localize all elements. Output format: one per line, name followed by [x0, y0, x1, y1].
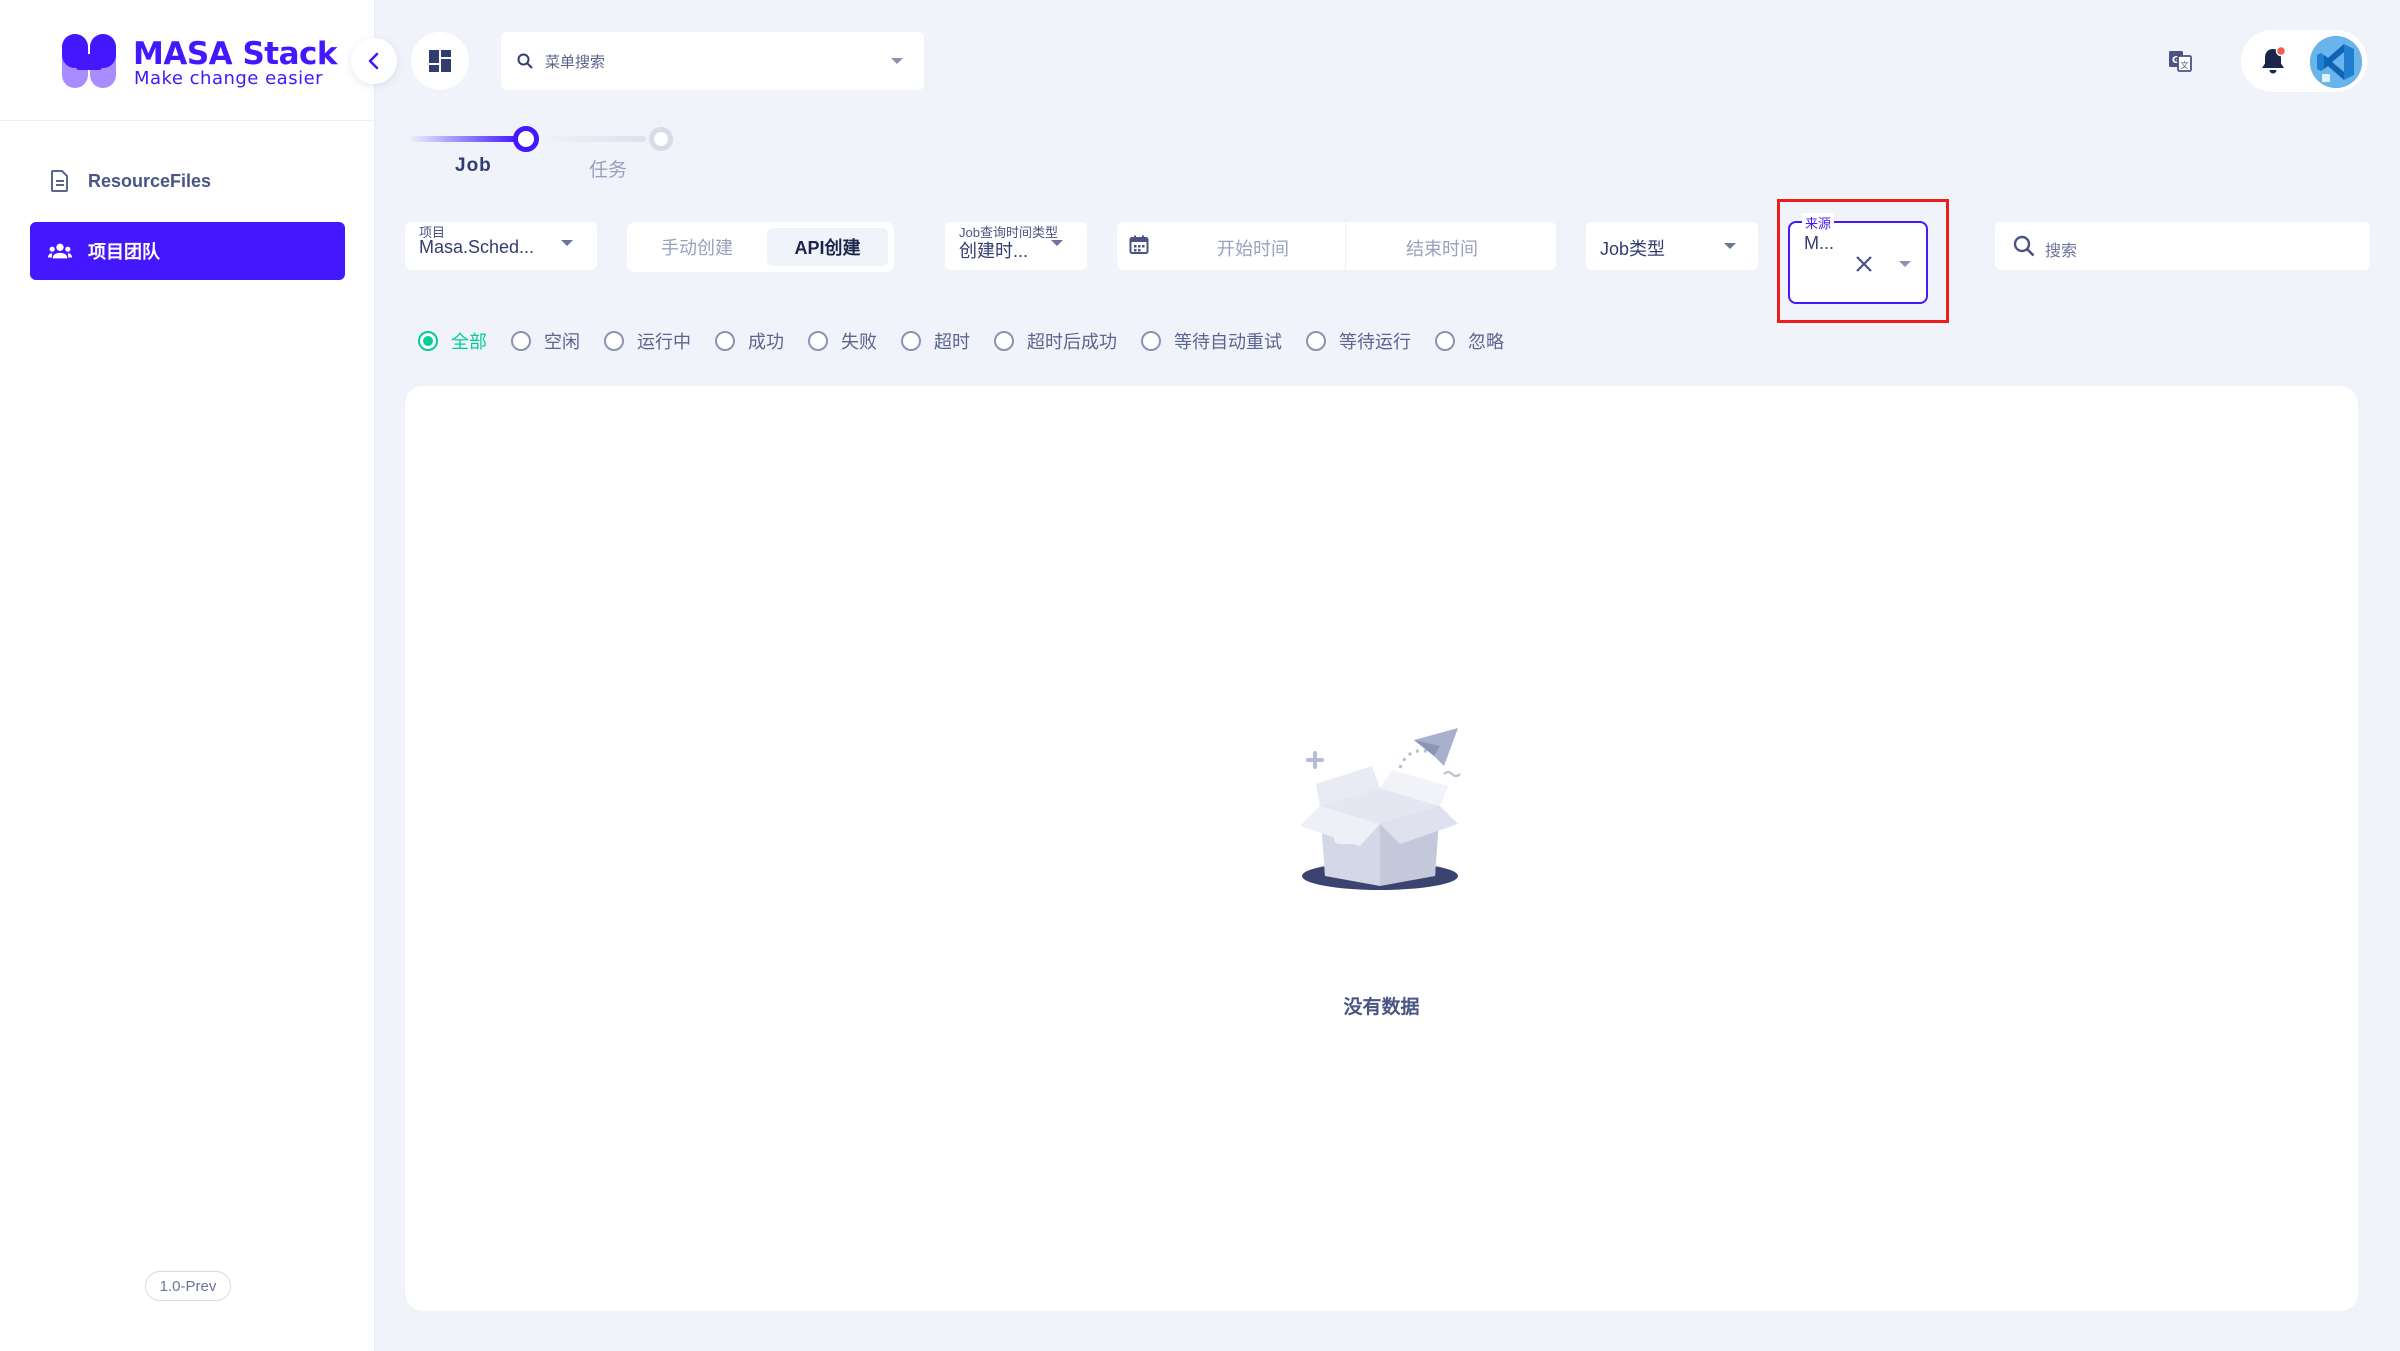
svg-text:文: 文 — [2181, 60, 2189, 70]
radio-label: 成功 — [748, 332, 784, 352]
search-icon — [517, 53, 533, 69]
job-list-panel: 没有数据 — [405, 386, 2358, 1311]
step-label-job[interactable]: Job — [455, 155, 492, 177]
radio-circle — [604, 331, 624, 351]
logo-area: MASA Stack Make change easier — [0, 0, 375, 121]
radio-label: 忽略 — [1468, 332, 1504, 352]
radio-label: 空闲 — [544, 332, 580, 352]
search-icon — [2013, 235, 2035, 257]
radio-waiting-retry[interactable]: 等待自动重试 — [1141, 328, 1282, 354]
radio-ignore[interactable]: 忽略 — [1435, 328, 1504, 354]
user-menu — [2241, 30, 2367, 92]
caret-down-icon — [890, 57, 904, 65]
radio-label: 等待自动重试 — [1174, 332, 1282, 352]
search-placeholder: 搜索 — [2045, 243, 2078, 260]
job-type-placeholder: Job类型 — [1600, 239, 1666, 259]
date-range-picker[interactable]: 开始时间 结束时间 — [1117, 222, 1556, 270]
radio-waiting-run[interactable]: 等待运行 — [1306, 328, 1411, 354]
api-create-toggle[interactable]: API创建 — [767, 228, 888, 266]
stepper-track-inactive — [540, 136, 646, 142]
project-select[interactable]: 项目 Masa.Sched... — [405, 222, 597, 270]
manual-create-toggle[interactable]: 手动创建 — [633, 228, 761, 266]
caret-down-icon — [1724, 243, 1736, 249]
bell-icon — [2262, 45, 2287, 74]
sidebar-item-resourcefiles[interactable]: ResourceFiles — [30, 152, 345, 210]
end-time-input[interactable]: 结束时间 — [1406, 235, 1478, 261]
radio-circle — [418, 331, 438, 351]
version-badge: 1.0-Prev — [145, 1271, 231, 1301]
radio-failed[interactable]: 失败 — [808, 328, 877, 354]
highlight-box — [1777, 199, 1949, 323]
translate-button[interactable]: G 文 — [2165, 46, 2195, 76]
create-type-toggle: 手动创建 API创建 — [627, 222, 894, 272]
radio-circle — [1435, 331, 1455, 351]
stepper-track-active — [408, 136, 518, 142]
radio-label: 超时 — [934, 332, 970, 352]
radio-circle — [994, 331, 1014, 351]
chevron-left-icon — [368, 52, 379, 70]
radio-label: 等待运行 — [1339, 332, 1411, 352]
date-divider — [1345, 222, 1346, 270]
avatar[interactable] — [2310, 36, 2362, 88]
time-type-value: 创建时... — [959, 241, 1029, 261]
radio-success[interactable]: 成功 — [715, 328, 784, 354]
radio-label: 超时后成功 — [1027, 332, 1117, 352]
file-icon — [48, 169, 72, 193]
status-radio-group: 全部 空闲 运行中 成功 失败 超时 超时后成功 等待自动重试 等待运行 忽略 — [418, 326, 1528, 356]
search-input[interactable]: 搜索 — [1995, 222, 2370, 270]
radio-circle — [715, 331, 735, 351]
caret-down-icon — [561, 240, 573, 246]
empty-state-text: 没有数据 — [1343, 997, 1420, 1018]
team-icon — [48, 239, 72, 263]
radio-timeout-success[interactable]: 超时后成功 — [994, 328, 1117, 354]
time-type-select[interactable]: Job查询时间类型 创建时... — [945, 222, 1087, 270]
radio-label: 失败 — [841, 332, 877, 352]
radio-running[interactable]: 运行中 — [604, 328, 691, 354]
empty-box-icon — [1300, 728, 1461, 890]
radio-circle — [1141, 331, 1161, 351]
masa-logo-icon — [62, 34, 116, 88]
radio-circle — [901, 331, 921, 351]
caret-down-icon — [1051, 240, 1063, 246]
radio-label: 运行中 — [637, 332, 691, 352]
sidebar-collapse-button[interactable] — [351, 38, 397, 84]
dashboard-button[interactable] — [411, 32, 469, 90]
sidebar: MASA Stack Make change easier ResourceFi… — [0, 0, 375, 1351]
radio-label: 全部 — [451, 332, 487, 352]
stepper-dot-job[interactable] — [513, 126, 539, 152]
radio-circle — [511, 331, 531, 351]
radio-circle — [1306, 331, 1326, 351]
sidebar-item-team[interactable]: 项目团队 — [30, 222, 345, 280]
sidebar-item-label: 项目团队 — [88, 242, 160, 262]
brand-title: MASA Stack — [133, 36, 338, 72]
menu-search-input[interactable]: 菜单搜索 — [501, 32, 924, 90]
start-time-input[interactable]: 开始时间 — [1217, 235, 1289, 261]
brand-subtitle: Make change easier — [134, 68, 324, 89]
project-value: Masa.Sched... — [419, 237, 535, 257]
stepper-dot-task[interactable] — [649, 127, 673, 151]
translate-icon: G 文 — [2169, 51, 2192, 72]
radio-idle[interactable]: 空闲 — [511, 328, 580, 354]
radio-circle — [808, 331, 828, 351]
sidebar-item-label: ResourceFiles — [88, 170, 212, 191]
notifications-button[interactable] — [2257, 45, 2289, 77]
job-type-select[interactable]: Job类型 — [1586, 222, 1758, 270]
step-label-task[interactable]: 任务 — [589, 155, 627, 182]
radio-timeout[interactable]: 超时 — [901, 328, 970, 354]
radio-all[interactable]: 全部 — [418, 328, 487, 354]
menu-search-placeholder: 菜单搜索 — [545, 53, 606, 71]
vscode-avatar-icon — [2310, 36, 2362, 88]
dashboard-icon — [429, 50, 451, 72]
calendar-icon — [1129, 235, 1149, 254]
